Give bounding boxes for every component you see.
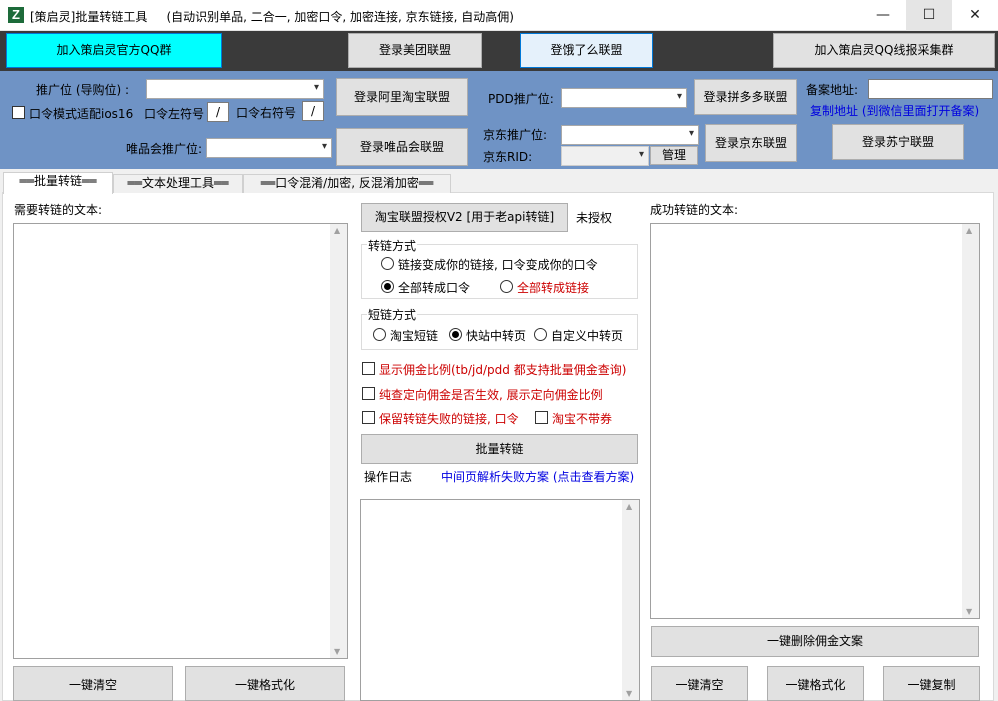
show-commission-label: 显示佣金比例(tb/jd/pdd 都支持批量佣金查询) <box>379 363 627 377</box>
show-commission-checkbox[interactable] <box>362 362 375 375</box>
pdd-promo-select[interactable]: ▾ <box>561 88 687 108</box>
radio-kuaizhan-label: 快站中转页 <box>466 329 527 343</box>
left-symbol-label: 口令左符号 <box>144 107 205 121</box>
fail-solution-link[interactable]: 中间页解析失败方案 (点击查看方案) <box>441 468 634 485</box>
close-button[interactable]: ✕ <box>952 0 998 31</box>
pure-check-checkbox[interactable] <box>362 387 375 400</box>
right-symbol-label: 口令右符号 <box>236 106 297 120</box>
result-textarea[interactable]: ▲ ▼ <box>650 223 980 619</box>
short-mode-title: 短链方式 <box>367 306 418 323</box>
beian-input[interactable] <box>868 79 993 99</box>
left-clear-button[interactable]: 一键清空 <box>13 666 173 701</box>
radio-all-to-link[interactable] <box>500 280 513 293</box>
pure-check-label: 纯查定向佣金是否生效, 展示定向佣金比例 <box>379 388 603 402</box>
tab-token-obfuscate[interactable]: ══口令混淆/加密, 反混淆加密══ <box>243 174 451 193</box>
copy-address-link[interactable]: 复制地址 (到微信里面打开备案) <box>810 102 979 119</box>
jd-rid-select[interactable]: ▾ <box>561 146 649 166</box>
vip-promo-select[interactable]: ▾ <box>206 138 332 158</box>
radio-all-to-token[interactable] <box>381 280 394 293</box>
tab-text-tools[interactable]: ══文本处理工具══ <box>113 174 243 193</box>
window-title: [策启灵]批量转链工具 (自动识别单品, 二合一, 加密口令, 加密连接, 京东… <box>30 8 514 25</box>
login-alimama-button[interactable]: 登录阿里淘宝联盟 <box>336 78 468 116</box>
join-qq-collect-button[interactable]: 加入策启灵QQ线报采集群 <box>773 33 995 68</box>
chevron-down-icon: ▾ <box>313 82 319 93</box>
right-copy-button[interactable]: 一键复制 <box>883 666 980 701</box>
radio-link-to-yours[interactable] <box>381 257 394 270</box>
login-vip-button[interactable]: 登录唯品会联盟 <box>336 128 468 166</box>
jd-promo-label: 京东推广位: <box>483 128 548 142</box>
radio-link-to-yours-label: 链接变成你的链接, 口令变成你的口令 <box>398 258 598 272</box>
log-textarea[interactable]: ▲ ▼ <box>360 499 640 701</box>
source-textarea[interactable]: ▲ ▼ <box>13 223 348 659</box>
right-symbol-input[interactable]: / <box>302 101 324 121</box>
chevron-down-icon: ▾ <box>321 141 327 152</box>
radio-custom-page-label: 自定义中转页 <box>551 329 624 343</box>
manage-button[interactable]: 管理 <box>650 146 698 165</box>
scroll-up-icon: ▲ <box>966 226 973 235</box>
convert-mode-title: 转链方式 <box>367 237 418 254</box>
promo-label: 推广位 (导购位) : <box>36 83 130 97</box>
window-title-name: [策启灵]批量转链工具 <box>30 10 148 24</box>
login-jd-button[interactable]: 登录京东联盟 <box>705 124 797 162</box>
login-suning-button[interactable]: 登录苏宁联盟 <box>832 124 964 160</box>
login-meituan-button[interactable]: 登录美团联盟 <box>348 33 482 68</box>
pdd-promo-label: PDD推广位: <box>488 92 554 106</box>
jd-rid-label: 京东RID: <box>483 150 533 164</box>
radio-kuaizhan[interactable] <box>449 328 462 341</box>
scrollbar[interactable]: ▲ ▼ <box>622 500 639 700</box>
jd-promo-select[interactable]: ▾ <box>561 125 699 145</box>
vip-promo-label: 唯品会推广位: <box>126 142 203 156</box>
radio-taobao-short[interactable] <box>373 328 386 341</box>
chevron-down-icon: ▾ <box>638 149 644 160</box>
login-eleme-button[interactable]: 登饿了么联盟 <box>520 33 653 68</box>
title-bar: Z [策启灵]批量转链工具 (自动识别单品, 二合一, 加密口令, 加密连接, … <box>0 0 998 31</box>
app-icon: Z <box>8 7 24 23</box>
scrollbar[interactable]: ▲ ▼ <box>962 224 979 618</box>
result-text-label: 成功转链的文本: <box>650 203 739 217</box>
login-pdd-button[interactable]: 登录拼多多联盟 <box>694 79 797 115</box>
scroll-up-icon: ▲ <box>626 502 633 511</box>
auth-status: 未授权 <box>576 211 613 225</box>
minimize-button[interactable]: — <box>860 0 906 31</box>
right-clear-button[interactable]: 一键清空 <box>651 666 748 701</box>
no-coupon-label: 淘宝不带券 <box>552 412 613 426</box>
delete-commission-button[interactable]: 一键删除佣金文案 <box>651 626 979 657</box>
radio-taobao-short-label: 淘宝短链 <box>390 329 439 343</box>
ios16-label: 口令模式适配ios16 <box>29 107 134 121</box>
no-coupon-checkbox[interactable] <box>535 411 548 424</box>
chevron-down-icon: ▾ <box>676 91 682 102</box>
chevron-down-icon: ▾ <box>688 128 694 139</box>
left-format-button[interactable]: 一键格式化 <box>185 666 345 701</box>
keep-failed-label: 保留转链失败的链接, 口令 <box>379 412 519 426</box>
scroll-down-icon: ▼ <box>966 607 973 616</box>
radio-all-to-token-label: 全部转成口令 <box>398 281 471 295</box>
join-qq-group-button[interactable]: 加入策启灵官方QQ群 <box>6 33 222 68</box>
tab-batch-convert[interactable]: ══批量转链══ <box>3 172 113 194</box>
radio-custom-page[interactable] <box>534 328 547 341</box>
source-text-label: 需要转链的文本: <box>14 203 103 217</box>
radio-all-to-link-label: 全部转成链接 <box>517 281 590 295</box>
scroll-up-icon: ▲ <box>334 226 341 235</box>
promo-select[interactable]: ▾ <box>146 79 324 99</box>
scrollbar[interactable]: ▲ ▼ <box>330 224 347 658</box>
keep-failed-checkbox[interactable] <box>362 411 375 424</box>
scroll-down-icon: ▼ <box>334 647 341 656</box>
maximize-button[interactable]: ☐ <box>906 0 952 31</box>
batch-convert-button[interactable]: 批量转链 <box>361 434 638 464</box>
window-subtitle: (自动识别单品, 二合一, 加密口令, 加密连接, 京东链接, 自动高佣) <box>166 10 514 24</box>
scroll-down-icon: ▼ <box>626 689 633 698</box>
taobao-auth-button[interactable]: 淘宝联盟授权V2 [用于老api转链] <box>361 203 568 232</box>
left-symbol-input[interactable]: / <box>207 102 229 122</box>
ios16-checkbox[interactable] <box>12 106 25 119</box>
right-format-button[interactable]: 一键格式化 <box>767 666 864 701</box>
beian-label: 备案地址: <box>806 83 859 97</box>
log-label: 操作日志 <box>364 470 413 484</box>
